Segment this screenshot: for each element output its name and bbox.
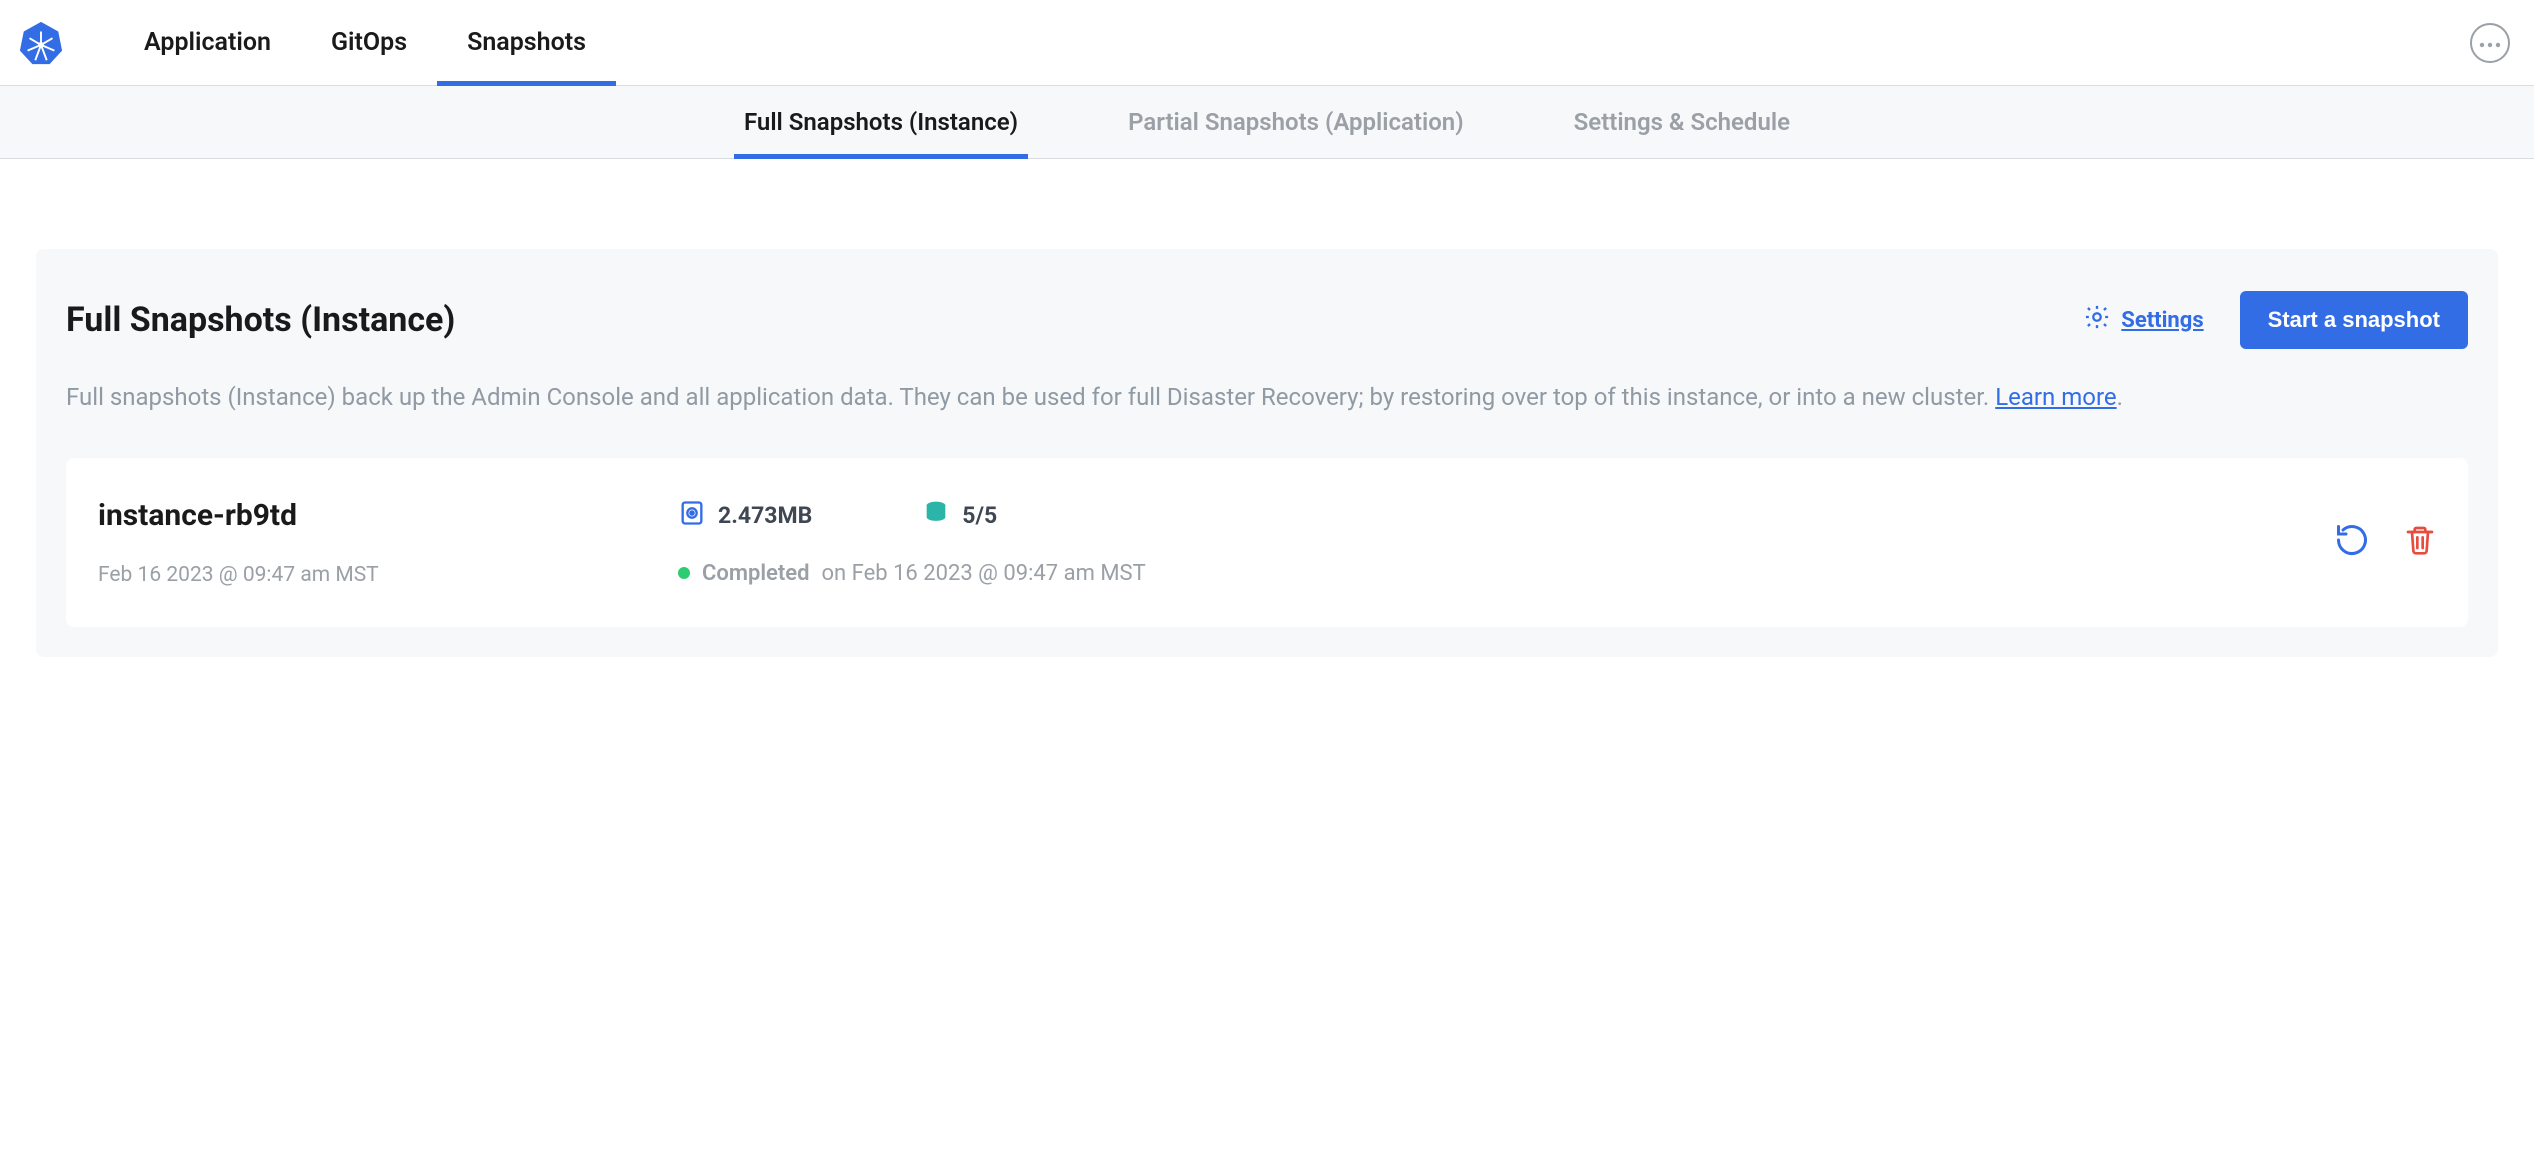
database-icon <box>922 499 950 533</box>
ellipsis-icon <box>2479 33 2501 52</box>
snapshots-panel: Full Snapshots (Instance) Settings Start… <box>36 249 2498 657</box>
start-snapshot-button[interactable]: Start a snapshot <box>2240 291 2468 349</box>
settings-link[interactable]: Settings <box>2083 303 2203 337</box>
tab-gitops[interactable]: GitOps <box>301 0 437 85</box>
panel-description: Full snapshots (Instance) back up the Ad… <box>66 377 2468 418</box>
snapshot-size-value: 2.473MB <box>718 502 812 529</box>
trash-icon <box>2404 522 2436 562</box>
snapshot-volumes: 5/5 <box>922 499 997 533</box>
snapshot-created-at: Feb 16 2023 @ 09:47 am MST <box>98 563 638 587</box>
panel-description-text: Full snapshots (Instance) back up the Ad… <box>66 383 1989 411</box>
subtab-settings-schedule[interactable]: Settings & Schedule <box>1564 86 1800 158</box>
panel-description-tail: . <box>2117 383 2123 411</box>
panel-title: Full Snapshots (Instance) <box>66 300 455 340</box>
panel-header: Full Snapshots (Instance) Settings Start… <box>66 291 2468 349</box>
subtab-partial-snapshots[interactable]: Partial Snapshots (Application) <box>1118 86 1474 158</box>
status-dot-icon <box>678 567 690 579</box>
snapshot-status: Completed on Feb 16 2023 @ 09:47 am MST <box>678 561 2294 586</box>
snapshots-subnav: Full Snapshots (Instance) Partial Snapsh… <box>0 86 2534 159</box>
restore-button[interactable] <box>2334 522 2370 562</box>
settings-link-label: Settings <box>2121 308 2203 333</box>
snapshot-name: instance-rb9td <box>98 498 638 533</box>
status-timestamp: on Feb 16 2023 @ 09:47 am MST <box>822 561 1146 586</box>
disk-icon <box>678 499 706 533</box>
subtab-full-snapshots[interactable]: Full Snapshots (Instance) <box>734 86 1028 158</box>
gear-icon <box>2083 303 2111 337</box>
kubernetes-logo-icon <box>18 20 64 66</box>
snapshot-size: 2.473MB <box>678 499 812 533</box>
snapshot-row: instance-rb9td Feb 16 2023 @ 09:47 am MS… <box>66 458 2468 627</box>
more-menu-button[interactable] <box>2470 23 2510 63</box>
main-tabs: Application GitOps Snapshots <box>114 0 616 85</box>
top-nav: Application GitOps Snapshots <box>0 0 2534 86</box>
tab-snapshots[interactable]: Snapshots <box>437 0 616 85</box>
delete-button[interactable] <box>2404 522 2436 562</box>
refresh-icon <box>2334 522 2370 562</box>
status-label: Completed <box>702 561 810 586</box>
tab-application[interactable]: Application <box>114 0 301 85</box>
snapshot-volumes-value: 5/5 <box>962 502 997 529</box>
learn-more-link[interactable]: Learn more <box>1995 383 2116 411</box>
